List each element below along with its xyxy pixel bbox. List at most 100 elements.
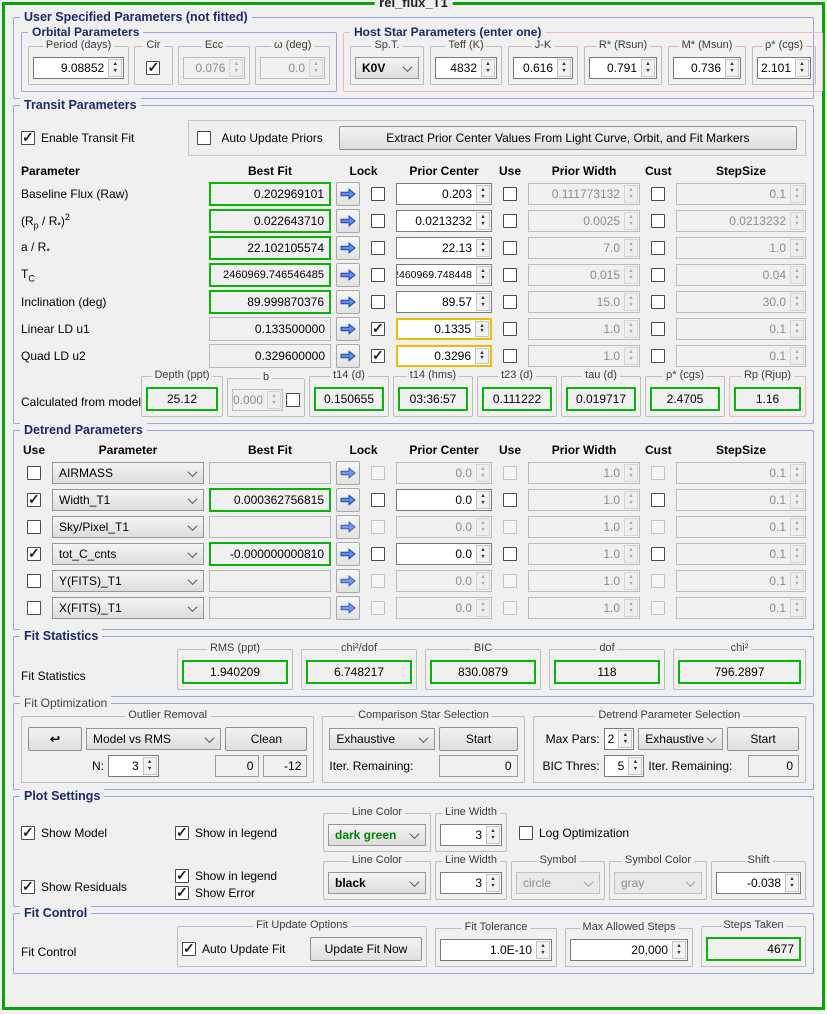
cust-checkbox[interactable] <box>651 187 665 201</box>
use-detrend-checkbox[interactable] <box>27 547 41 561</box>
rhostar-spinner[interactable]: 2.101 <box>757 57 811 79</box>
jk-spinner[interactable]: 0.616 <box>513 57 573 79</box>
auto-update-priors-checkbox[interactable] <box>197 131 211 145</box>
use-prior-checkbox[interactable] <box>503 187 517 201</box>
outlier-method-select[interactable]: Model vs RMS <box>86 728 221 750</box>
spinner-buttons-icon[interactable] <box>476 545 490 563</box>
use-prior-checkbox[interactable] <box>503 295 517 309</box>
copy-bestfit-to-prior-button[interactable] <box>336 290 360 314</box>
cust-checkbox[interactable] <box>651 493 665 507</box>
cust-checkbox[interactable] <box>651 241 665 255</box>
prior-center-spinner[interactable]: 0.1335 <box>396 318 492 340</box>
undo-clean-button[interactable]: ↩ <box>28 727 82 751</box>
prior-center-spinner[interactable]: 2460969.748448 <box>396 264 492 286</box>
bic-thres-spinner[interactable]: 5 <box>604 755 645 777</box>
spinner-buttons-icon[interactable] <box>476 239 490 257</box>
comp-star-method-select[interactable]: Exhaustive <box>329 728 435 750</box>
detrend-parameter-select[interactable]: tot_C_cnts <box>52 543 204 565</box>
copy-bestfit-to-prior-button[interactable] <box>336 488 360 512</box>
lock-checkbox[interactable] <box>371 268 385 282</box>
copy-bestfit-to-prior-button[interactable] <box>336 344 360 368</box>
spinner-buttons-icon[interactable] <box>476 266 490 284</box>
lock-checkbox[interactable] <box>371 187 385 201</box>
cust-checkbox[interactable] <box>651 547 665 561</box>
prior-center-spinner[interactable]: 0.0213232 <box>396 210 492 232</box>
prior-center-spinner[interactable]: 0.0 <box>396 543 492 565</box>
max-pars-spinner[interactable]: 2 <box>604 728 635 750</box>
max-steps-spinner[interactable]: 20,000 <box>570 939 688 961</box>
extract-prior-center-button[interactable]: Extract Prior Center Values From Light C… <box>339 126 797 150</box>
spectral-type-select[interactable]: K0V <box>355 57 419 79</box>
lock-checkbox[interactable] <box>371 349 385 363</box>
copy-bestfit-to-prior-button[interactable] <box>336 596 360 620</box>
prior-center-spinner[interactable]: 0.3296 <box>396 345 492 367</box>
spinner-buttons-icon[interactable] <box>475 348 489 364</box>
spinner-buttons-icon[interactable] <box>476 212 490 230</box>
cir-checkbox[interactable] <box>146 61 160 75</box>
cust-checkbox[interactable] <box>651 295 665 309</box>
spinner-buttons-icon[interactable] <box>475 321 489 337</box>
spinner-buttons-icon[interactable] <box>486 826 500 844</box>
use-prior-checkbox[interactable] <box>503 547 517 561</box>
cust-checkbox[interactable] <box>651 322 665 336</box>
copy-bestfit-to-prior-button[interactable] <box>336 236 360 260</box>
show-residuals-checkbox[interactable] <box>21 880 35 894</box>
spinner-buttons-icon[interactable] <box>476 185 490 203</box>
auto-update-fit-checkbox[interactable] <box>182 942 196 956</box>
spinner-buttons-icon[interactable] <box>618 730 632 748</box>
spinner-buttons-icon[interactable] <box>795 59 809 77</box>
use-detrend-checkbox[interactable] <box>27 601 41 615</box>
period-spinner[interactable]: 9.08852 <box>33 57 124 79</box>
spinner-buttons-icon[interactable] <box>476 491 490 509</box>
prior-center-spinner[interactable]: 0.0 <box>396 489 492 511</box>
use-prior-checkbox[interactable] <box>503 493 517 507</box>
prior-center-spinner[interactable]: 89.57 <box>396 291 492 313</box>
lock-checkbox[interactable] <box>371 295 385 309</box>
residuals-line-color-select[interactable]: black <box>328 872 426 894</box>
n-spinner[interactable]: 3 <box>108 755 159 777</box>
lock-checkbox[interactable] <box>371 547 385 561</box>
copy-bestfit-to-prior-button[interactable] <box>336 263 360 287</box>
model-line-width-spinner[interactable]: 3 <box>440 824 502 846</box>
show-model-checkbox[interactable] <box>21 826 35 840</box>
cust-checkbox[interactable] <box>651 268 665 282</box>
copy-bestfit-to-prior-button[interactable] <box>336 182 360 206</box>
b-lock-checkbox[interactable] <box>286 393 300 407</box>
lock-checkbox[interactable] <box>371 322 385 336</box>
copy-bestfit-to-prior-button[interactable] <box>336 542 360 566</box>
spinner-buttons-icon[interactable] <box>143 757 157 775</box>
detrend-sel-start-button[interactable]: Start <box>727 727 799 751</box>
lock-checkbox[interactable] <box>371 214 385 228</box>
spinner-buttons-icon[interactable] <box>628 757 642 775</box>
spinner-buttons-icon[interactable] <box>108 59 122 77</box>
update-fit-now-button[interactable]: Update Fit Now <box>310 937 422 961</box>
lock-checkbox[interactable] <box>371 241 385 255</box>
use-prior-checkbox[interactable] <box>503 241 517 255</box>
detrend-parameter-select[interactable]: Sky/Pixel_T1 <box>52 516 204 538</box>
detrend-parameter-select[interactable]: Y(FITS)_T1 <box>52 570 204 592</box>
spinner-buttons-icon[interactable] <box>481 59 495 77</box>
model-show-in-legend-checkbox[interactable] <box>175 826 189 840</box>
use-detrend-checkbox[interactable] <box>27 466 41 480</box>
cust-checkbox[interactable] <box>651 214 665 228</box>
prior-center-spinner[interactable]: 0.203 <box>396 183 492 205</box>
use-detrend-checkbox[interactable] <box>27 520 41 534</box>
enable-transit-fit-checkbox[interactable] <box>21 131 35 145</box>
use-detrend-checkbox[interactable] <box>27 493 41 507</box>
detrend-parameter-select[interactable]: AIRMASS <box>52 462 204 484</box>
use-detrend-checkbox[interactable] <box>27 574 41 588</box>
show-error-checkbox[interactable] <box>175 886 189 900</box>
copy-bestfit-to-prior-button[interactable] <box>336 461 360 485</box>
comp-star-start-button[interactable]: Start <box>439 727 517 751</box>
spinner-buttons-icon[interactable] <box>557 59 571 77</box>
use-prior-checkbox[interactable] <box>503 322 517 336</box>
copy-bestfit-to-prior-button[interactable] <box>336 515 360 539</box>
spinner-buttons-icon[interactable] <box>725 59 739 77</box>
clean-button[interactable]: Clean <box>225 727 307 751</box>
spinner-buttons-icon[interactable] <box>536 941 550 959</box>
detrend-parameter-select[interactable]: X(FITS)_T1 <box>52 597 204 619</box>
use-prior-checkbox[interactable] <box>503 349 517 363</box>
copy-bestfit-to-prior-button[interactable] <box>336 569 360 593</box>
residuals-show-in-legend-checkbox[interactable] <box>175 869 189 883</box>
lock-checkbox[interactable] <box>371 493 385 507</box>
